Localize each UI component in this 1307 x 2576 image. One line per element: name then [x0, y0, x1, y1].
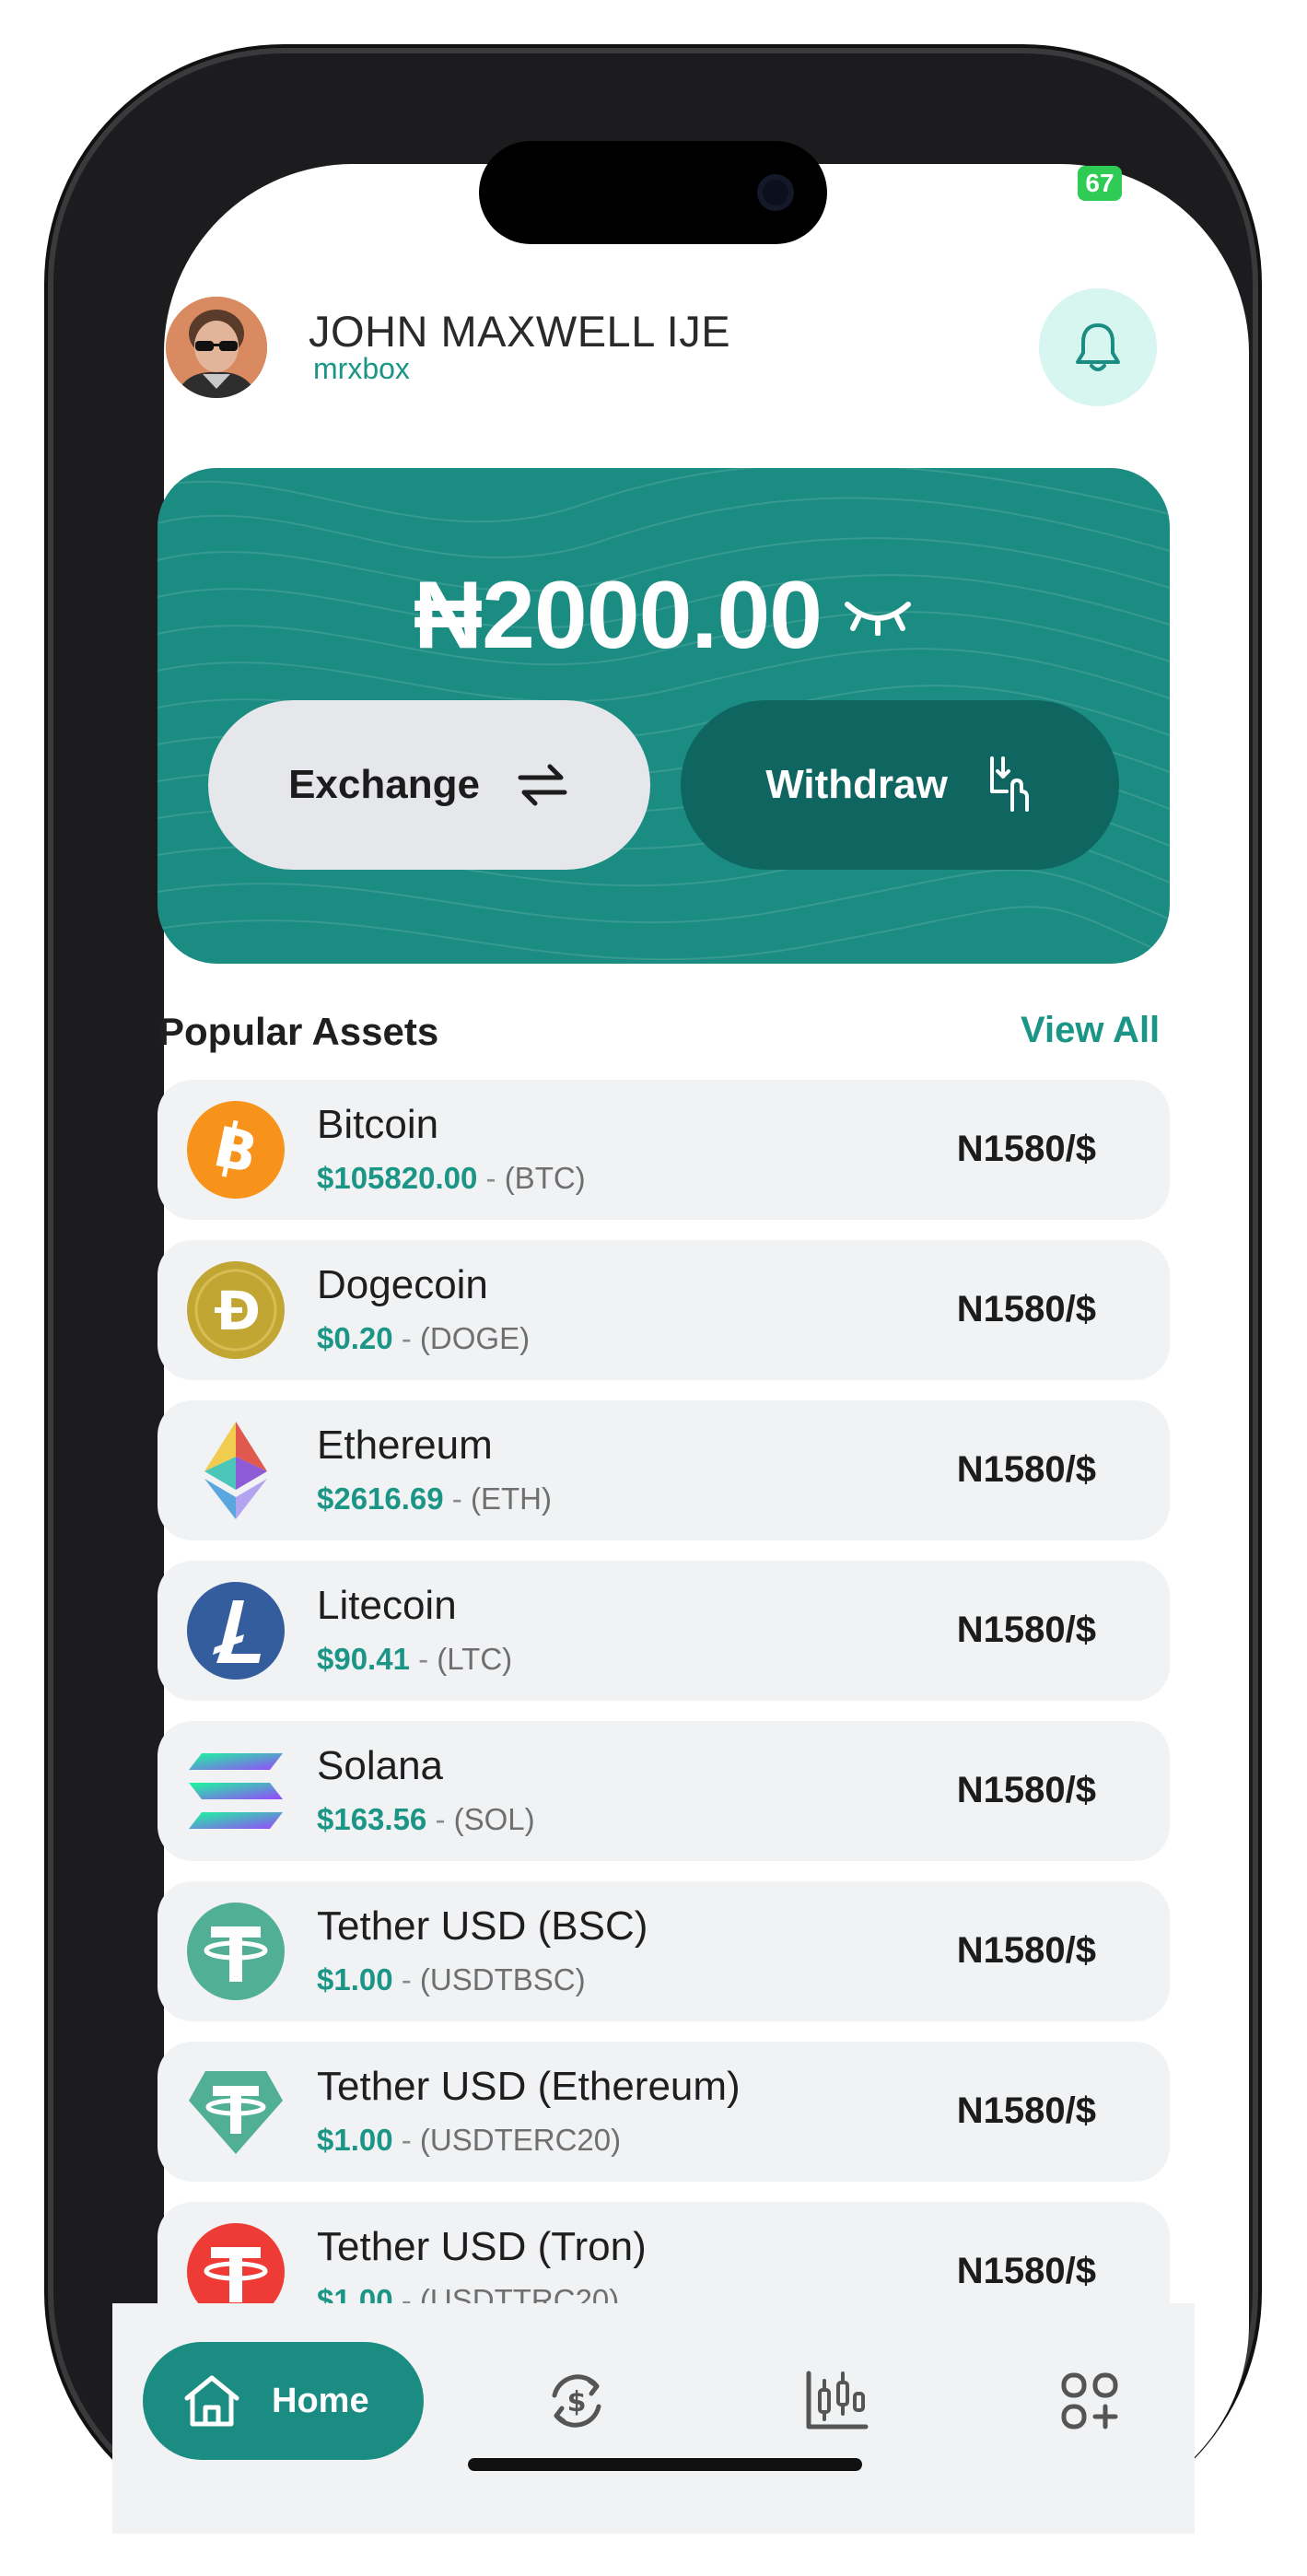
asset-separator: - [392, 1321, 420, 1355]
asset-subtitle: $90.41 - (LTC) [317, 1642, 512, 1677]
asset-subtitle: $0.20 - (DOGE) [317, 1321, 530, 1356]
asset-price: $0.20 [317, 1321, 393, 1355]
asset-ticker: (BTC) [504, 1161, 586, 1195]
bell-icon [1076, 323, 1120, 371]
tether-erc20-icon [185, 2061, 286, 2162]
user-name: JOHN MAXWELL IJE [309, 307, 731, 356]
withdraw-label: Withdraw [765, 762, 948, 807]
popular-assets-title: Popular Assets [158, 1010, 439, 1053]
asset-name: Ethereum [317, 1423, 493, 1468]
asset-row-tether-bsc[interactable]: Tether USD (BSC) $1.00 - (USDTBSC) N1580… [158, 1881, 1170, 2021]
asset-row-litecoin[interactable]: Litecoin $90.41 - (LTC) N1580/$ [158, 1561, 1170, 1701]
eye-closed-icon[interactable] [842, 595, 914, 636]
apps-add-icon [1061, 2372, 1118, 2430]
asset-separator: - [392, 1962, 420, 1996]
asset-price: $90.41 [317, 1642, 410, 1676]
asset-row-dogecoin[interactable]: D Dogecoin $0.20 - (DOGE) N1580/$ [158, 1240, 1170, 1380]
litecoin-icon [185, 1580, 286, 1681]
asset-rate: N1580/$ [956, 1610, 1096, 1650]
asset-row-tether-tron[interactable]: Tether USD (Tron) $1.00 - (USDTTRC20) N1… [158, 2202, 1170, 2305]
balance-row: ₦2000.00 [158, 560, 1170, 671]
asset-rate: N1580/$ [956, 1930, 1096, 1971]
asset-ticker: (ETH) [470, 1481, 552, 1516]
ethereum-icon [185, 1420, 286, 1521]
asset-row-tether-ethereum[interactable]: Tether USD (Ethereum) $1.00 - (USDTERC20… [158, 2042, 1170, 2182]
battery-indicator: 67 [1078, 166, 1122, 201]
asset-subtitle: $1.00 - (USDTTRC20) [317, 2283, 619, 2305]
asset-ticker: (USDTERC20) [419, 2123, 622, 2157]
asset-rate: N1580/$ [956, 1770, 1096, 1810]
front-camera [757, 174, 794, 211]
asset-row-solana[interactable]: Solana $163.56 - (SOL) N1580/$ [158, 1721, 1170, 1861]
view-all-link[interactable]: View All [1021, 1010, 1160, 1051]
asset-separator: - [409, 1642, 438, 1676]
asset-price: $105820.00 [317, 1161, 478, 1195]
asset-price: $1.00 [317, 2283, 393, 2305]
asset-rate: N1580/$ [956, 2090, 1096, 2131]
asset-name: Dogecoin [317, 1262, 488, 1307]
asset-rate: N1580/$ [956, 1129, 1096, 1169]
tether-trc20-icon [185, 2221, 286, 2305]
asset-ticker: (USDTTRC20) [419, 2283, 620, 2305]
asset-name: Tether USD (BSC) [317, 1903, 648, 1949]
asset-name: Tether USD (Tron) [317, 2224, 647, 2269]
solana-icon [185, 1740, 286, 1842]
asset-name: Solana [317, 1743, 444, 1788]
asset-list: B Bitcoin $105820.00 - (BTC) N1580/$ D D… [158, 1080, 1170, 2305]
notifications-button[interactable] [1039, 288, 1157, 406]
balance-amount: ₦2000.00 [413, 561, 823, 669]
asset-name: Bitcoin [317, 1102, 439, 1147]
exchange-label: Exchange [288, 762, 480, 807]
asset-rate: N1580/$ [956, 1289, 1096, 1329]
asset-ticker: (DOGE) [419, 1321, 531, 1355]
exchange-button[interactable]: Exchange [208, 700, 650, 870]
asset-price: $163.56 [317, 1802, 427, 1836]
asset-row-bitcoin[interactable]: B Bitcoin $105820.00 - (BTC) N1580/$ [158, 1080, 1170, 1220]
tether-icon [185, 1901, 286, 2002]
bitcoin-icon: B [185, 1099, 286, 1200]
asset-ticker: (USDTBSC) [419, 1962, 586, 1996]
asset-separator: - [426, 1802, 454, 1836]
asset-price: $1.00 [317, 1962, 393, 1996]
asset-subtitle: $163.56 - (SOL) [317, 1802, 535, 1837]
dogecoin-icon: D [185, 1259, 286, 1361]
asset-price: $1.00 [317, 2123, 393, 2157]
asset-subtitle: $2616.69 - (ETH) [317, 1481, 552, 1516]
asset-separator: - [477, 1161, 505, 1195]
dynamic-island [479, 141, 827, 244]
nav-exchange-tab[interactable]: $ [542, 2366, 612, 2436]
nav-home-tab[interactable]: Home [143, 2342, 424, 2460]
withdraw-button[interactable]: Withdraw [681, 700, 1119, 870]
avatar[interactable] [166, 297, 267, 398]
asset-ticker: (SOL) [453, 1802, 535, 1836]
home-indicator [468, 2458, 862, 2471]
asset-name: Litecoin [317, 1583, 457, 1628]
asset-name: Tether USD (Ethereum) [317, 2064, 741, 2109]
balance-card: ₦2000.00 Exchange Withdraw [158, 468, 1170, 964]
asset-subtitle: $1.00 - (USDTBSC) [317, 1962, 586, 1997]
exchange-arrows-icon [518, 764, 567, 806]
nav-more-tab[interactable] [1055, 2366, 1125, 2436]
asset-separator: - [392, 2123, 420, 2157]
nav-markets-tab[interactable] [801, 2366, 871, 2436]
asset-subtitle: $1.00 - (USDTERC20) [317, 2123, 621, 2158]
asset-separator: - [392, 2283, 420, 2305]
asset-price: $2616.69 [317, 1481, 444, 1516]
user-handle: mrxbox [313, 352, 410, 385]
home-icon [184, 2375, 239, 2427]
candlestick-chart-icon [806, 2371, 869, 2430]
asset-row-ethereum[interactable]: Ethereum $2616.69 - (ETH) N1580/$ [158, 1400, 1170, 1540]
avatar-image [166, 297, 267, 398]
withdraw-cash-icon [989, 756, 1029, 812]
currency-exchange-icon: $ [552, 2374, 601, 2428]
nav-home-label: Home [272, 2381, 369, 2420]
svg-text:$: $ [567, 2386, 587, 2418]
asset-rate: N1580/$ [956, 1449, 1096, 1490]
asset-separator: - [443, 1481, 471, 1516]
asset-subtitle: $105820.00 - (BTC) [317, 1161, 586, 1196]
asset-rate: N1580/$ [956, 2251, 1096, 2291]
asset-ticker: (LTC) [437, 1642, 513, 1676]
